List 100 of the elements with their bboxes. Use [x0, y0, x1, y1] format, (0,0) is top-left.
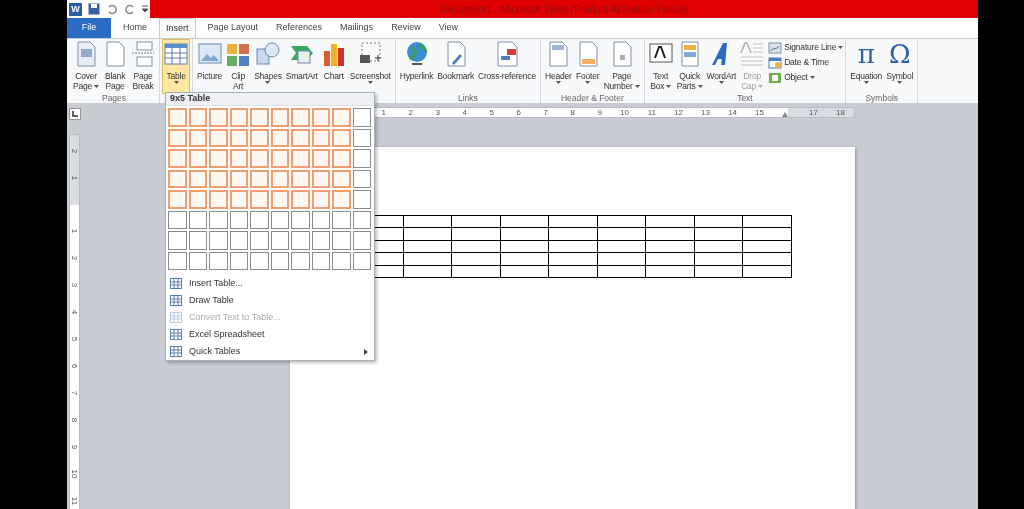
grid-cell[interactable] [332, 128, 351, 147]
grid-cell[interactable] [250, 149, 269, 168]
ribbon-button[interactable]: Picture [195, 39, 225, 94]
ribbon-button[interactable]: Shapes [252, 39, 284, 94]
grid-cell[interactable] [332, 210, 351, 229]
ribbon-button[interactable]: Signature Line [768, 40, 844, 55]
menu-item[interactable]: Quick Tables [166, 343, 374, 360]
grid-cell[interactable] [209, 128, 228, 147]
grid-cell[interactable] [209, 149, 228, 168]
ribbon-button[interactable]: Header [542, 39, 574, 94]
ribbon-tab[interactable]: Home [117, 18, 153, 38]
grid-cell[interactable] [188, 149, 207, 168]
grid-cell[interactable] [229, 128, 248, 147]
ribbon-button[interactable]: Bookmark [435, 39, 476, 94]
grid-cell[interactable] [250, 210, 269, 229]
grid-cell[interactable] [352, 169, 371, 188]
grid-cell[interactable] [332, 169, 351, 188]
grid-cell[interactable] [168, 251, 187, 270]
ribbon-button[interactable]: Clip Art [224, 39, 253, 94]
grid-cell[interactable] [352, 128, 371, 147]
grid-cell[interactable] [270, 149, 289, 168]
grid-cell[interactable] [229, 190, 248, 209]
grid-cell[interactable] [168, 108, 187, 127]
menu-item[interactable]: Draw Table [166, 292, 374, 309]
grid-cell[interactable] [188, 128, 207, 147]
grid-cell[interactable] [229, 231, 248, 250]
grid-cell[interactable] [270, 108, 289, 127]
grid-cell[interactable] [291, 149, 310, 168]
grid-cell[interactable] [250, 190, 269, 209]
grid-cell[interactable] [250, 128, 269, 147]
grid-cell[interactable] [291, 251, 310, 270]
ribbon-tab[interactable]: References [270, 18, 329, 38]
ribbon-button[interactable]: Screenshot [347, 39, 393, 94]
grid-cell[interactable] [209, 251, 228, 270]
ribbon-button[interactable]: Table [162, 39, 191, 94]
grid-cell[interactable] [250, 231, 269, 250]
save-icon[interactable] [88, 3, 100, 15]
grid-cell[interactable] [291, 128, 310, 147]
grid-cell[interactable] [352, 251, 371, 270]
ribbon-tab[interactable]: View [432, 18, 464, 38]
grid-cell[interactable] [291, 210, 310, 229]
ribbon-button[interactable]: Cover Page [71, 39, 102, 94]
grid-cell[interactable] [332, 108, 351, 127]
grid-cell[interactable] [229, 251, 248, 270]
grid-cell[interactable] [168, 210, 187, 229]
ribbon-button[interactable]: Date & Time [768, 55, 844, 70]
redo-icon[interactable] [124, 3, 136, 15]
grid-cell[interactable] [332, 190, 351, 209]
ribbon-button[interactable]: Blank Page [101, 39, 130, 94]
ribbon-button[interactable]: Footer [573, 39, 602, 94]
grid-cell[interactable] [352, 149, 371, 168]
grid-cell[interactable] [188, 251, 207, 270]
grid-cell[interactable] [270, 128, 289, 147]
grid-cell[interactable] [311, 169, 330, 188]
ribbon-tab[interactable]: File [67, 18, 111, 38]
grid-cell[interactable] [209, 210, 228, 229]
grid-cell[interactable] [168, 231, 187, 250]
grid-cell[interactable] [188, 190, 207, 209]
grid-cell[interactable] [188, 231, 207, 250]
ribbon-tab[interactable]: Insert [159, 18, 196, 38]
grid-cell[interactable] [209, 108, 228, 127]
ribbon-button[interactable]: WordArt [704, 39, 739, 94]
grid-cell[interactable] [270, 210, 289, 229]
ribbon-button[interactable]: Cross-reference [476, 39, 538, 94]
grid-cell[interactable] [270, 231, 289, 250]
ribbon-tab[interactable]: Review [385, 18, 427, 38]
grid-cell[interactable] [209, 190, 228, 209]
grid-cell[interactable] [188, 108, 207, 127]
grid-cell[interactable] [270, 190, 289, 209]
grid-cell[interactable] [332, 231, 351, 250]
grid-cell[interactable] [352, 190, 371, 209]
grid-cell[interactable] [311, 128, 330, 147]
grid-cell[interactable] [311, 149, 330, 168]
grid-cell[interactable] [311, 210, 330, 229]
ribbon-tab[interactable]: Mailings [334, 18, 380, 38]
grid-cell[interactable] [188, 169, 207, 188]
menu-item[interactable]: Excel Spreadsheet [166, 326, 374, 343]
menu-item[interactable]: Insert Table... [166, 275, 374, 292]
grid-cell[interactable] [270, 251, 289, 270]
tab-stop-icon[interactable] [68, 108, 81, 120]
ribbon-button[interactable]: π Equation [848, 39, 885, 94]
grid-cell[interactable] [250, 169, 269, 188]
grid-cell[interactable] [229, 149, 248, 168]
ribbon-button[interactable]: Object [768, 70, 844, 85]
grid-cell[interactable] [311, 251, 330, 270]
grid-cell[interactable] [352, 210, 371, 229]
grid-cell[interactable] [168, 190, 187, 209]
grid-cell[interactable] [250, 251, 269, 270]
ribbon-button[interactable]: Hyperlink [397, 39, 436, 94]
grid-cell[interactable] [188, 210, 207, 229]
grid-cell[interactable] [291, 108, 310, 127]
grid-cell[interactable] [352, 108, 371, 127]
grid-cell[interactable] [168, 128, 187, 147]
grid-cell[interactable] [229, 169, 248, 188]
grid-cell[interactable] [209, 169, 228, 188]
ribbon-button[interactable]: Chart [319, 39, 348, 94]
grid-cell[interactable] [332, 251, 351, 270]
grid-cell[interactable] [291, 190, 310, 209]
ribbon-tab[interactable]: Page Layout [201, 18, 265, 38]
grid-cell[interactable] [311, 231, 330, 250]
